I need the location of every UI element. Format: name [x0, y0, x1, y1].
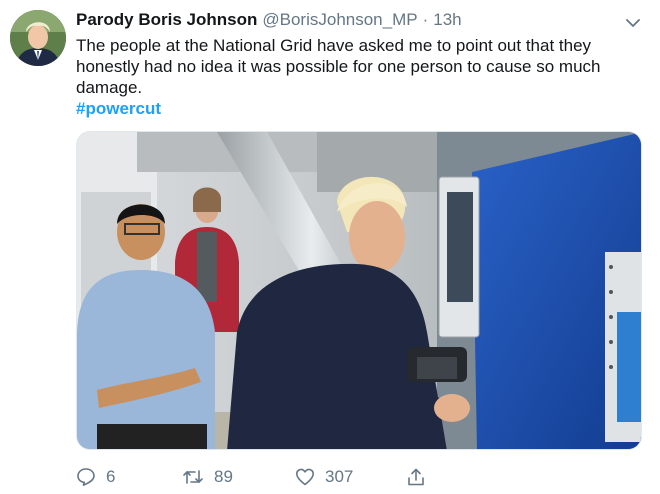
share-button[interactable] [406, 464, 436, 490]
share-upload-icon [408, 468, 424, 486]
retweet-count: 89 [214, 467, 233, 486]
reply-count: 6 [106, 467, 116, 486]
retweet-button[interactable]: 89 [182, 464, 233, 490]
hashtag-link[interactable]: #powercut [76, 99, 161, 119]
like-count: 307 [325, 467, 354, 486]
timestamp[interactable]: 13h [433, 10, 461, 30]
action-bar: 6 89 307 [76, 464, 642, 490]
avatar[interactable] [10, 10, 66, 66]
avatar-image [10, 10, 66, 66]
tweet-photo[interactable] [76, 131, 642, 450]
author-handle[interactable]: @BorisJohnson_MP [262, 10, 417, 30]
reply-button[interactable]: 6 [76, 464, 115, 490]
tweet[interactable]: Parody Boris Johnson @BorisJohnson_MP · … [0, 0, 660, 494]
photo-factory-visit [77, 132, 641, 449]
like-button[interactable]: 307 [295, 464, 353, 490]
separator-dot: · [422, 10, 429, 29]
speech-bubble-icon [77, 468, 95, 486]
retweet-arrows-icon [183, 470, 203, 484]
tweet-text: The people at the National Grid have ask… [76, 35, 642, 98]
heart-icon [296, 468, 314, 486]
author-name[interactable]: Parody Boris Johnson [76, 10, 257, 30]
tweet-body: The people at the National Grid have ask… [76, 36, 601, 97]
tweet-menu-button[interactable] [624, 14, 642, 32]
chevron-down-icon [626, 19, 640, 27]
tweet-header: Parody Boris Johnson @BorisJohnson_MP · … [76, 10, 462, 34]
